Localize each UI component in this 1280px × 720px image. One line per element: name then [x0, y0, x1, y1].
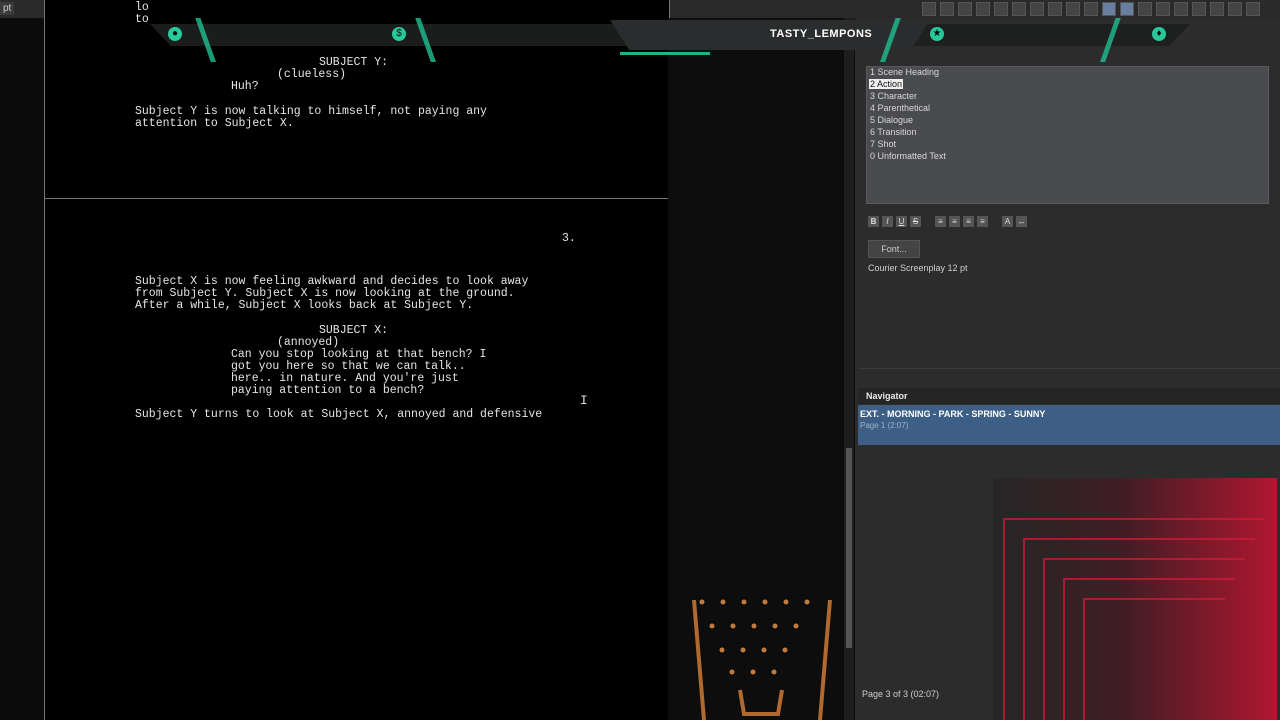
open-folder-icon[interactable]	[958, 2, 972, 16]
font-button[interactable]: Font...	[868, 240, 920, 258]
copy-icon[interactable]	[1012, 2, 1026, 16]
cut-icon[interactable]	[994, 2, 1008, 16]
decorative-bucket-icon	[692, 599, 832, 720]
strikethrough-button[interactable]: S	[910, 216, 921, 227]
stream-overlay: ● $ ★ ♦ TASTY_LEMPONS	[150, 18, 1190, 64]
element-scene-heading[interactable]: 1 Scene Heading	[869, 67, 940, 77]
paste-icon[interactable]	[1030, 2, 1044, 16]
panel-divider	[858, 368, 1280, 369]
align-left-icon[interactable]: ≡	[935, 216, 946, 227]
spacing-icon[interactable]: ↔	[1016, 216, 1027, 227]
align-right-icon[interactable]: ≡	[963, 216, 974, 227]
new-file-icon[interactable]	[940, 2, 954, 16]
spellcheck-icon[interactable]	[1102, 2, 1116, 16]
text-cursor-icon: I	[580, 393, 588, 408]
element-dialogue[interactable]: 5 Dialogue	[869, 115, 914, 125]
script-page-3[interactable]: 3. Subject X is now feeling awkward and …	[44, 199, 670, 720]
script-action: attention to Subject X.	[135, 117, 294, 130]
script-action: After a while, Subject X looks back at S…	[135, 299, 474, 312]
page-view-icon[interactable]	[1120, 2, 1134, 16]
index-cards-icon[interactable]	[1192, 2, 1206, 16]
navigator-header: Navigator	[858, 388, 1280, 404]
scene-heading-text: EXT. - MORNING - PARK - SPRING - SUNNY	[860, 409, 1046, 419]
star-icon: ★	[930, 27, 944, 41]
font-size-icon[interactable]: A	[1002, 216, 1013, 227]
undo-icon[interactable]	[1048, 2, 1062, 16]
element-shot[interactable]: 7 Shot	[869, 139, 897, 149]
streamer-name: TASTY_LEMPONS	[770, 28, 873, 40]
find-icon[interactable]	[1084, 2, 1098, 16]
edit-icon[interactable]	[1246, 2, 1260, 16]
script-dialogue: paying attention to a bench?	[231, 384, 425, 397]
bold-button[interactable]: B	[868, 216, 879, 227]
vertical-scrollbar[interactable]	[844, 18, 854, 720]
italic-button[interactable]: I	[882, 216, 893, 227]
decor-square	[1083, 598, 1225, 720]
normal-view-icon[interactable]	[1138, 2, 1152, 16]
element-parenthetical[interactable]: 4 Parenthetical	[869, 103, 931, 113]
underline-button[interactable]: U	[896, 216, 907, 227]
diamond-icon: ♦	[1152, 27, 1166, 41]
save-icon[interactable]	[976, 2, 990, 16]
font-info: Courier Screenplay 12 pt	[868, 263, 968, 273]
speed-view-icon[interactable]	[1156, 2, 1170, 16]
script-dialogue: Huh?	[231, 80, 259, 93]
navigator-scene-item[interactable]: EXT. - MORNING - PARK - SPRING - SUNNY P…	[858, 405, 1280, 445]
script-parenthetical: (clueless)	[277, 68, 347, 81]
webcam-overlay	[993, 478, 1277, 720]
wide-view-icon[interactable]	[1174, 2, 1188, 16]
page-number: 3.	[562, 232, 576, 245]
scrollbar-thumb[interactable]	[846, 448, 852, 648]
dollar-icon: $	[392, 27, 406, 41]
redo-icon[interactable]	[1066, 2, 1080, 16]
page-status: Page 3 of 3 (02:07)	[862, 689, 940, 699]
toolbar	[922, 2, 1260, 18]
script-action: Subject Y turns to look at Subject X, an…	[135, 408, 543, 421]
app-tab[interactable]: pt	[0, 2, 15, 15]
element-transition[interactable]: 6 Transition	[869, 127, 918, 137]
justify-icon[interactable]: ≡	[977, 216, 988, 227]
script-action-fragment: to	[135, 13, 149, 26]
split-view-icon[interactable]	[1210, 2, 1224, 16]
align-center-icon[interactable]: ≡	[949, 216, 960, 227]
overlay-accent-line	[620, 52, 710, 55]
elements-list[interactable]: 1 Scene Heading 2 Action 3 Character 4 P…	[866, 66, 1269, 204]
user-icon: ●	[168, 27, 182, 41]
tools-icon[interactable]	[1228, 2, 1242, 16]
element-action[interactable]: 2 Action	[869, 79, 904, 89]
dropdown-icon[interactable]	[922, 2, 936, 16]
element-unformatted-text[interactable]: 0 Unformatted Text	[869, 151, 947, 161]
element-character[interactable]: 3 Character	[869, 91, 918, 101]
scene-page-info: Page 1 (2:07)	[860, 421, 909, 430]
